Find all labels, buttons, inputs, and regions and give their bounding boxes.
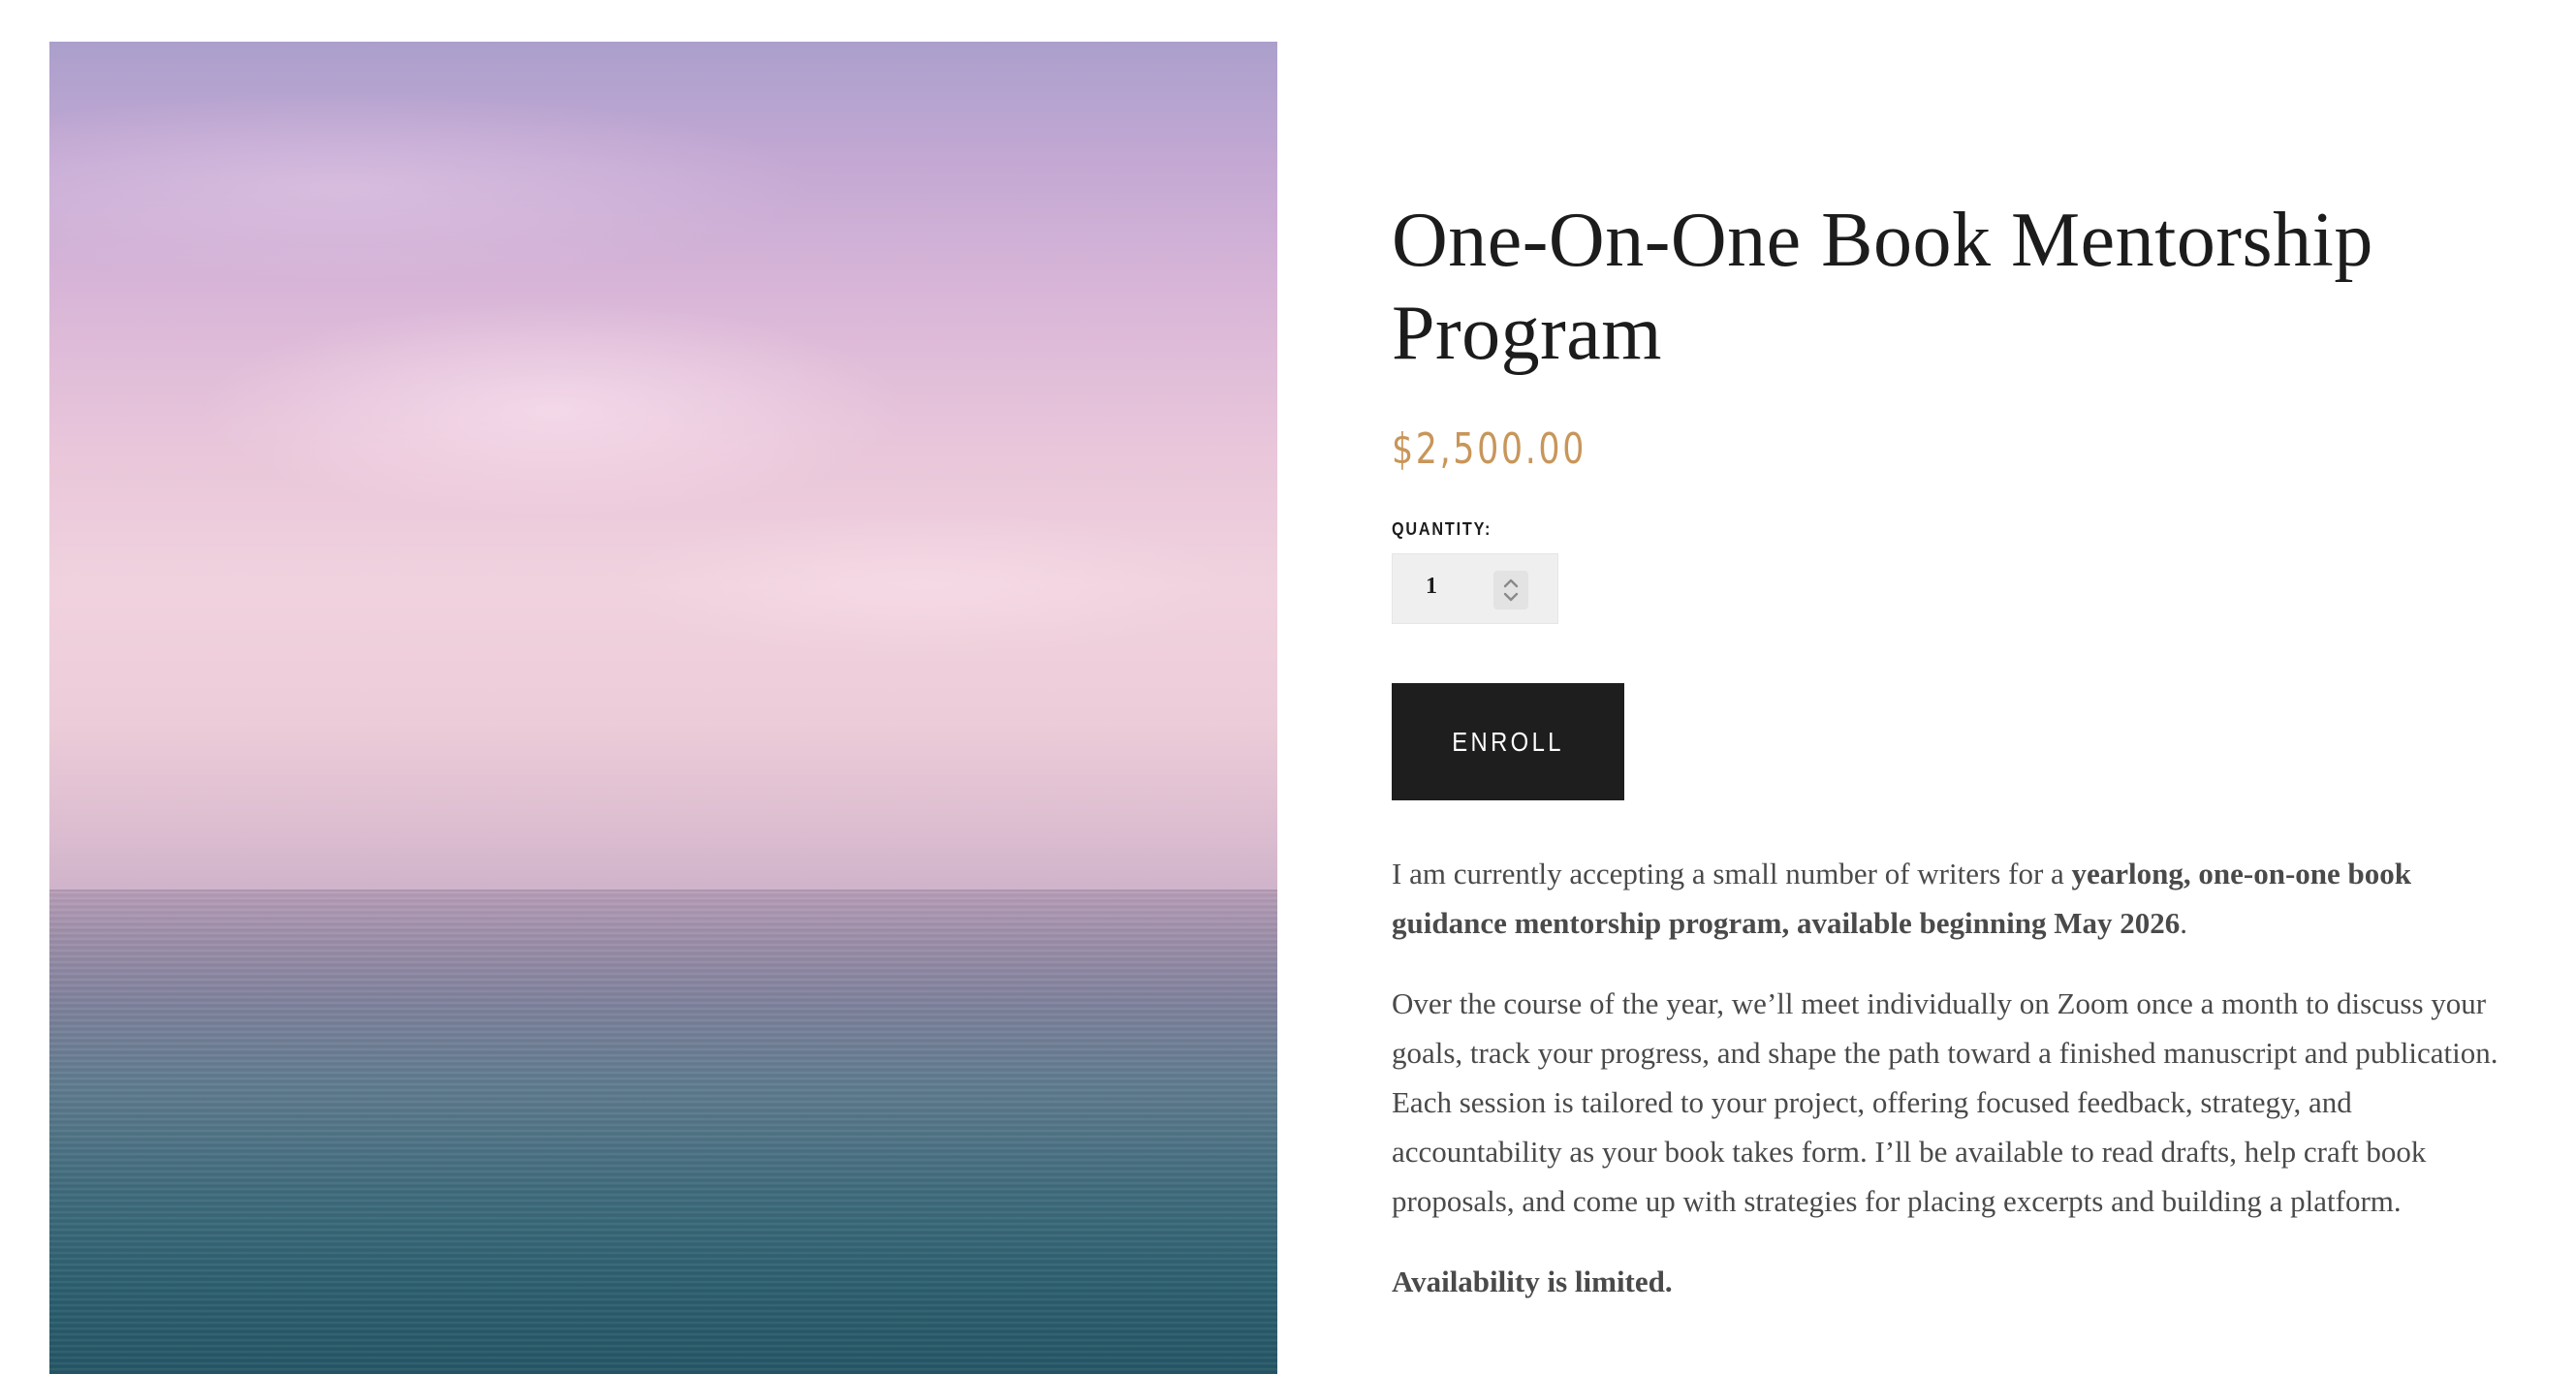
- quantity-label: QUANTITY:: [1392, 519, 1492, 539]
- product-details: One-On-One Book Mentorship Program $2,50…: [1392, 194, 2506, 1337]
- product-image: [49, 42, 1277, 1374]
- quantity-value: 1: [1426, 574, 1437, 599]
- product-title: One-On-One Book Mentorship Program: [1392, 198, 2373, 376]
- image-sea: [49, 891, 1277, 1374]
- enroll-button[interactable]: ENROLL: [1392, 683, 1624, 800]
- product-price: $2,500.00: [1392, 424, 1586, 474]
- description-paragraph-3: Availability is limited.: [1392, 1257, 2506, 1306]
- description-paragraph-2: Over the course of the year, we’ll meet …: [1392, 986, 2498, 1218]
- product-description: I am currently accepting a small number …: [1392, 849, 2506, 1306]
- description-p1-lead: I am currently accepting a small number …: [1392, 857, 2072, 890]
- quantity-stepper[interactable]: [1493, 571, 1528, 609]
- availability-note: Availability is limited.: [1392, 1265, 1673, 1298]
- stepper-arrows-icon: [1503, 578, 1519, 602]
- description-paragraph-1: I am currently accepting a small number …: [1392, 849, 2506, 948]
- image-sky: [49, 42, 1277, 891]
- description-p1-tail: .: [2180, 906, 2187, 940]
- product-page: One-On-One Book Mentorship Program $2,50…: [0, 0, 2576, 1374]
- enroll-button-label: ENROLL: [1452, 726, 1564, 757]
- quantity-input[interactable]: 1: [1392, 553, 1558, 624]
